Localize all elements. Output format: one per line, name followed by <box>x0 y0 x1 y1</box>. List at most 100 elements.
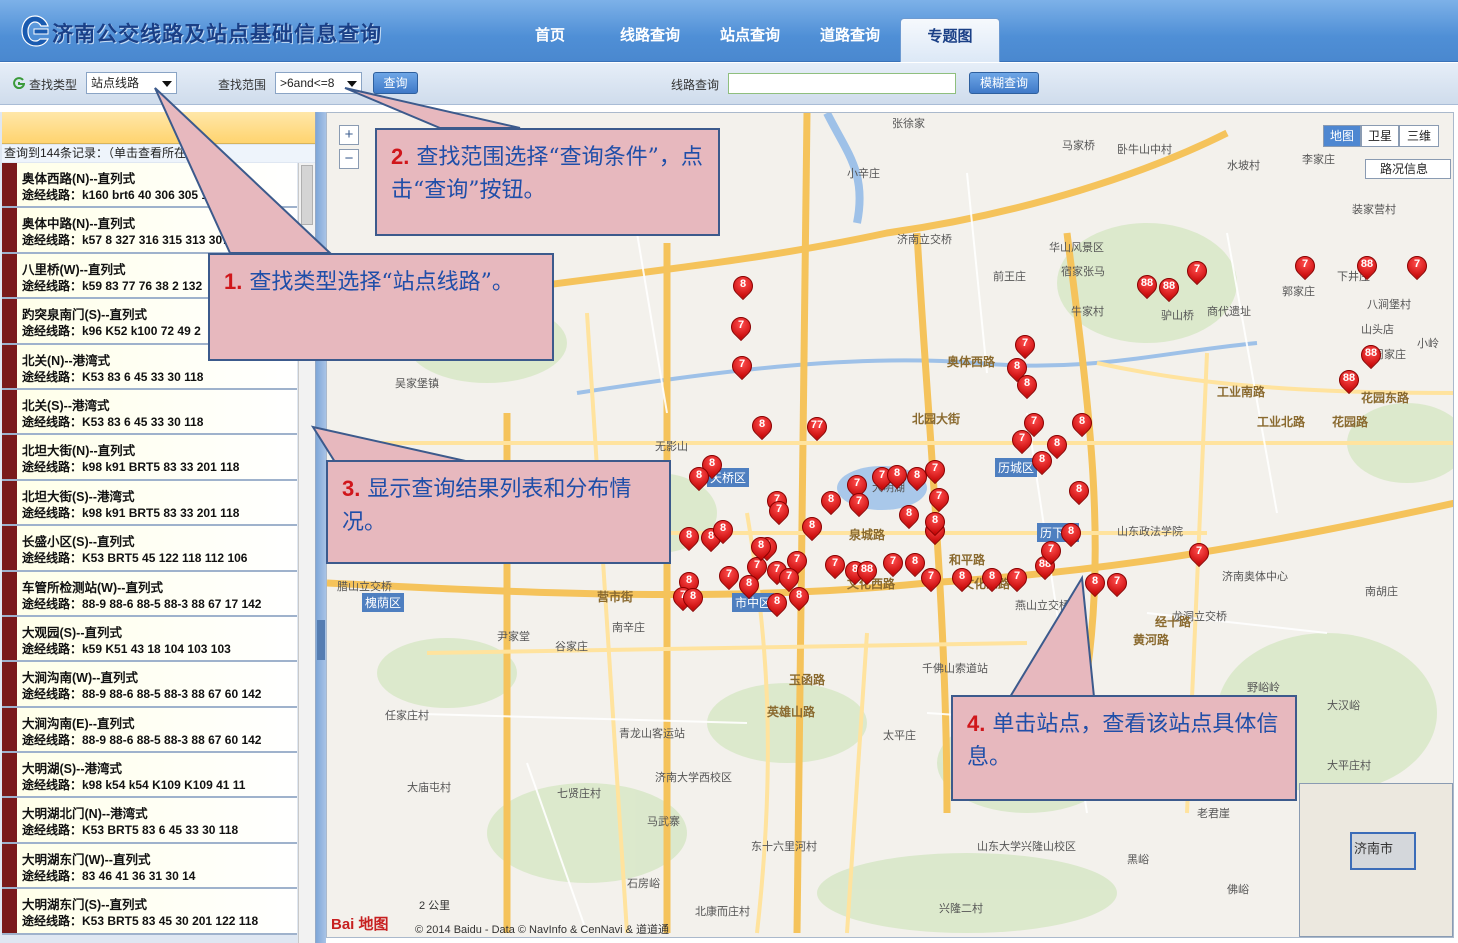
collapse-handle[interactable] <box>317 620 325 660</box>
station-pin[interactable]: 77 <box>802 412 832 443</box>
result-item[interactable]: 北坦大街(N)--直列式 途经线路：k98 k91 BRT5 83 33 201 … <box>2 435 297 481</box>
callout-step-3: 3. 显示查询结果列表和分布情况。 <box>326 460 671 564</box>
station-pin[interactable]: 8 <box>947 563 977 594</box>
result-item[interactable]: 大明湖北门(N)--港湾式 途经线路：K53 BRT5 83 6 45 33 30… <box>2 798 297 844</box>
type-select[interactable]: 站点线路 <box>86 72 177 94</box>
route-search-input[interactable] <box>728 73 956 94</box>
station-pin[interactable]: 7 <box>1019 408 1049 439</box>
station-pin[interactable]: 7 <box>844 488 874 519</box>
station-pin[interactable]: 7 <box>714 561 744 592</box>
station-pin[interactable]: 7 <box>820 550 850 581</box>
station-pin[interactable]: 8 <box>746 532 776 563</box>
result-item[interactable]: 大观园(S)--直列式 途经线路：k59 K51 43 18 104 103 10… <box>2 616 297 663</box>
station-pin[interactable]: 7 <box>920 455 950 486</box>
station-pin[interactable]: 8 <box>678 583 708 614</box>
station-pin[interactable]: 8 <box>1056 518 1086 549</box>
result-item-name: 大明湖(S)--港湾式 <box>22 762 122 777</box>
station-pin[interactable]: 88 <box>1352 251 1382 282</box>
station-pin[interactable]: 88 <box>1154 273 1184 304</box>
station-pin[interactable]: 8 <box>882 460 912 491</box>
result-item[interactable]: 长盛小区(S)--直列式 途经线路：K53 BRT5 45 122 118 112… <box>2 526 297 572</box>
station-pin[interactable]: 7 <box>916 563 946 594</box>
result-item[interactable]: 北关(S)--港湾式 途经线路：K53 83 6 45 33 30 118 <box>2 389 297 436</box>
result-item[interactable]: 奥体西路(N)--直列式 途经线路：k160 brt6 40 306 305 11 <box>2 163 297 209</box>
station-pin[interactable]: 7 <box>1184 538 1214 569</box>
station-pin[interactable]: 8 <box>797 512 827 543</box>
station-pin[interactable]: 8 <box>920 507 950 538</box>
zoom-out-button[interactable]: − <box>339 149 359 169</box>
overview-map[interactable]: 济南市 <box>1299 783 1453 937</box>
query-button[interactable]: 查询 <box>373 72 418 94</box>
station-pin[interactable]: 7 <box>1182 256 1212 287</box>
station-pin[interactable]: 7 <box>1102 568 1132 599</box>
station-pin[interactable]: 8 <box>894 500 924 531</box>
station-pin[interactable]: 7 <box>1402 251 1432 282</box>
map-place-label: 前王庄 <box>993 271 1026 283</box>
map-place-label: 千佛山索道站 <box>922 663 988 675</box>
station-pin[interactable]: 88 <box>1356 340 1386 371</box>
map-place-label: 卧牛山中村 <box>1117 144 1172 156</box>
tab-3[interactable]: 道路查询 <box>800 18 900 62</box>
maptype-map[interactable]: 地图 <box>1323 125 1361 147</box>
maptype-satellite[interactable]: 卫星 <box>1361 125 1399 147</box>
scroll-thumb[interactable] <box>301 165 313 225</box>
maptype-3d[interactable]: 三维 <box>1399 125 1439 147</box>
station-pin[interactable]: 88 <box>1334 365 1364 396</box>
tab-4[interactable]: 专题图 <box>900 18 1000 62</box>
station-pin[interactable]: 8 <box>1012 370 1042 401</box>
traffic-button[interactable]: 路况信息 <box>1365 159 1451 179</box>
station-pin[interactable]: 7 <box>764 496 794 527</box>
result-item[interactable]: 大涧沟南(W)--直列式 途经线路：88-9 88-6 88-5 88-3 88 … <box>2 662 297 708</box>
result-item-marker <box>2 208 17 252</box>
station-pin[interactable]: 8 <box>684 462 714 493</box>
range-select[interactable]: >6and<=8 <box>275 72 362 94</box>
station-pin[interactable]: 8 <box>1080 568 1110 599</box>
map-scale: 2 公里 <box>419 900 451 912</box>
station-pin[interactable]: 8 <box>1042 430 1072 461</box>
tab-1[interactable]: 线路查询 <box>600 18 700 62</box>
station-pin[interactable]: 7 <box>1036 536 1066 567</box>
station-pin[interactable]: 7 <box>1010 330 1040 361</box>
station-pin[interactable]: 7 <box>726 312 756 343</box>
map-place-label: 南辛庄 <box>612 622 645 634</box>
station-pin[interactable]: 8 <box>1064 476 1094 507</box>
callout-step-4: 4. 单击站点，查看该站点具体信息。 <box>951 695 1297 801</box>
station-pin[interactable]: 7 <box>878 548 908 579</box>
zoom-in-button[interactable]: + <box>339 125 359 145</box>
map-copyright: © 2014 Baidu - Data © NavInfo & CenNavi … <box>415 924 670 936</box>
station-pin-count: 88 <box>1360 258 1374 270</box>
station-pin[interactable]: 7 <box>1290 251 1320 282</box>
station-pin[interactable]: 7 <box>774 563 804 594</box>
station-pin[interactable]: 7 <box>924 483 954 514</box>
station-pin[interactable]: 7 <box>1002 563 1032 594</box>
station-pin[interactable]: 88 <box>852 556 882 587</box>
fuzzy-search-button[interactable]: 模糊查询 <box>969 72 1039 94</box>
panel-splitter[interactable] <box>316 112 326 943</box>
result-item[interactable]: 大明湖(S)--港湾式 途经线路：k98 k54 k54 K109 K109 41… <box>2 753 297 799</box>
result-item[interactable]: 大涧沟南(E)--直列式 途经线路：88-9 88-6 88-5 88-3 88 … <box>2 707 297 754</box>
station-pin[interactable]: 8 <box>674 522 704 553</box>
station-pin[interactable]: 8 <box>816 486 846 517</box>
result-item[interactable]: 奥体中路(N)--直列式 途经线路：k57 8 327 316 315 313 3… <box>2 208 297 254</box>
map-place-label: 商代遗址 <box>1207 306 1251 318</box>
station-pin[interactable]: 8 <box>708 515 738 546</box>
result-item[interactable]: 大明湖东门(S)--直列式 途经线路：K53 BRT5 83 45 30 201 … <box>2 889 297 935</box>
station-pin[interactable]: 88 <box>1132 270 1162 301</box>
tab-0[interactable]: 首页 <box>500 18 600 62</box>
station-pin[interactable]: 7 <box>727 351 757 382</box>
result-item[interactable]: 车管所检测站(W)--直列式 途经线路：88-9 88-6 88-5 88-3 8… <box>2 571 297 617</box>
tab-2[interactable]: 站点查询 <box>700 18 800 62</box>
callout-step-4-text: 单击站点，查看该站点具体信息。 <box>967 712 1279 770</box>
station-pin[interactable]: 8 <box>734 570 764 601</box>
station-pin[interactable]: 8 <box>762 588 792 619</box>
station-pin[interactable]: 8 <box>1067 408 1097 439</box>
station-pin-count: 7 <box>738 358 746 370</box>
result-item-name: 奥体中路(N)--直列式 <box>22 217 136 232</box>
station-pin[interactable]: 8 <box>747 411 777 442</box>
result-item[interactable]: 大明湖东门(W)--直列式 途经线路：83 46 41 36 31 30 14 <box>2 843 297 890</box>
station-pin[interactable]: 8 <box>728 271 758 302</box>
result-item[interactable]: 北坦大街(S)--港湾式 途经线路：k98 k91 BRT5 83 33 201 … <box>2 480 297 527</box>
chevron-down-icon <box>162 81 172 87</box>
map-place-label: 营市街 <box>597 590 634 604</box>
station-pin[interactable]: 8 <box>977 563 1007 594</box>
